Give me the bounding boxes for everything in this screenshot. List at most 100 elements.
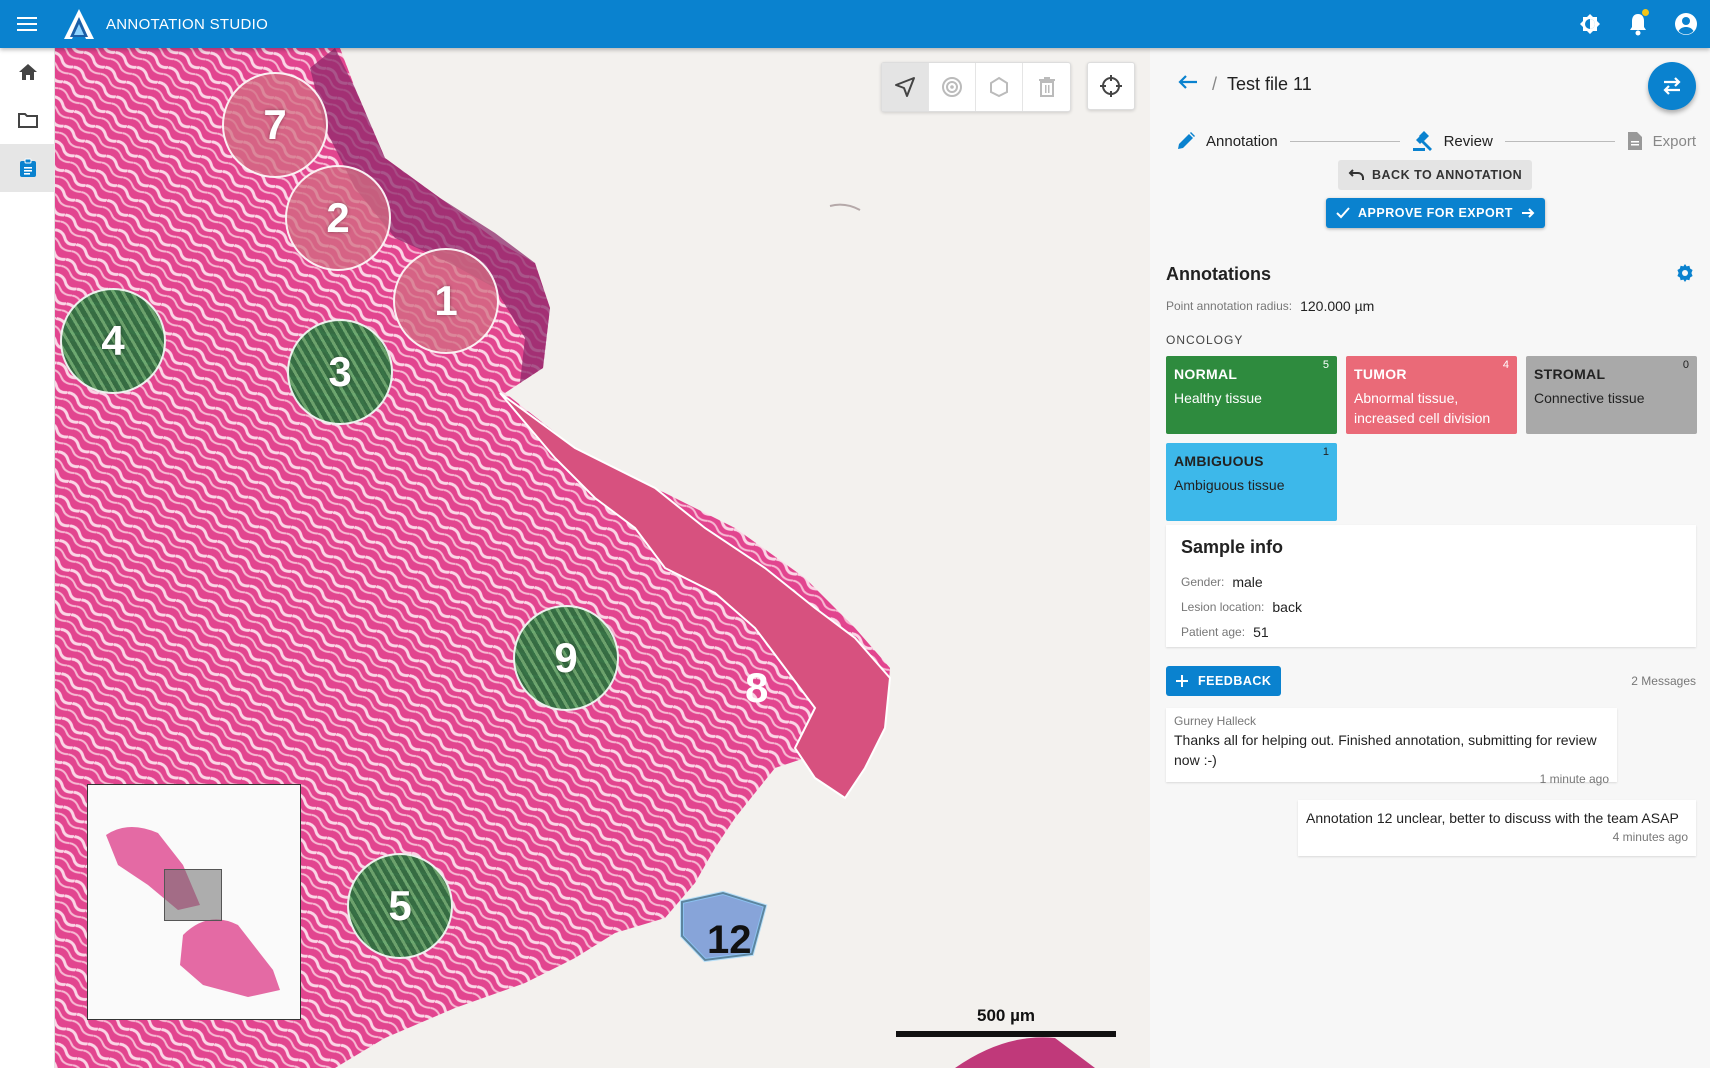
back-arrow-button[interactable] (1178, 74, 1198, 95)
feedback-label: FEEDBACK (1198, 674, 1272, 688)
annotation-marker[interactable]: 3 (287, 319, 393, 425)
location-label: Lesion location: (1181, 600, 1265, 614)
home-icon (18, 64, 37, 80)
brightness-icon (1580, 14, 1600, 34)
theme-button[interactable] (1566, 0, 1614, 48)
annotation-marker[interactable]: 9 (513, 605, 619, 711)
menu-icon (17, 17, 37, 31)
nav-tasks[interactable] (0, 144, 55, 192)
center-view-button[interactable] (1087, 62, 1135, 110)
message-count: 2 Messages (1631, 674, 1696, 688)
tool-delete[interactable] (1023, 63, 1070, 111)
nav-files[interactable] (0, 96, 55, 144)
account-button[interactable] (1662, 0, 1710, 48)
region-label[interactable]: 8 (745, 664, 768, 712)
age-value: 51 (1253, 624, 1269, 640)
annotation-marker[interactable]: 4 (60, 288, 166, 394)
sample-info-title: Sample info (1181, 537, 1284, 557)
location-value: back (1272, 599, 1302, 615)
annotation-marker[interactable]: 1 (393, 248, 499, 354)
nav-home[interactable] (0, 48, 55, 96)
class-name: NORMAL (1174, 366, 1238, 382)
message-text: Annotation 12 unclear, better to discuss… (1306, 810, 1679, 826)
document-icon (1627, 132, 1642, 150)
point-icon (942, 77, 962, 97)
menu-button[interactable] (0, 0, 54, 48)
swap-button[interactable] (1648, 62, 1696, 110)
class-name: STROMAL (1534, 366, 1606, 382)
sample-location: Lesion location: back (1181, 599, 1302, 615)
class-card-normal[interactable]: NORMAL Healthy tissue 5 (1166, 356, 1337, 434)
message: Gurney Halleck Thanks all for helping ou… (1166, 708, 1617, 786)
annotation-marker[interactable]: 2 (285, 165, 391, 271)
notifications-button[interactable] (1614, 0, 1662, 48)
minimap[interactable] (87, 784, 301, 1020)
slide-viewer[interactable]: 7 2 1 4 3 9 5 8 12 500 µm (55, 48, 1150, 1068)
class-description: Abnormal tissue, increased cell division (1354, 390, 1491, 426)
tool-navigate[interactable] (882, 63, 929, 111)
message-author: Gurney Halleck (1174, 714, 1257, 728)
check-icon (1336, 207, 1350, 219)
sample-info-card: Sample info Gender: male Lesion location… (1166, 525, 1696, 647)
arrow-right-icon (1521, 208, 1535, 218)
scale-line (896, 1031, 1116, 1037)
sample-gender: Gender: male (1181, 574, 1263, 590)
clipboard-icon (19, 158, 36, 177)
folder-icon (17, 113, 38, 128)
age-label: Patient age: (1181, 625, 1246, 639)
scale-bar: 500 µm (896, 1006, 1116, 1037)
annotations-heading: Annotations (1166, 264, 1271, 284)
app-title: ANNOTATION STUDIO (106, 15, 269, 33)
approve-for-export-button[interactable]: APPROVE FOR EXPORT (1326, 198, 1545, 228)
scale-label: 500 µm (977, 1006, 1035, 1025)
back-to-annotation-button[interactable]: BACK TO ANNOTATION (1338, 160, 1533, 190)
back-to-annotation-label: BACK TO ANNOTATION (1372, 168, 1523, 182)
undo-icon (1348, 169, 1364, 180)
annotation-settings-button[interactable] (1676, 264, 1694, 287)
class-count: 4 (1502, 359, 1509, 371)
class-name: AMBIGUOUS (1174, 453, 1264, 469)
delete-icon (1038, 77, 1055, 97)
class-description: Healthy tissue (1174, 390, 1262, 406)
message-time: 1 minute ago (1539, 772, 1609, 786)
class-group-heading: ONCOLOGY (1166, 333, 1244, 347)
app-bar: ANNOTATION STUDIO (0, 0, 1710, 48)
step-connector (1504, 140, 1615, 142)
class-card-tumor[interactable]: TUMOR Abnormal tissue, increased cell di… (1346, 356, 1517, 434)
notification-dot (1642, 9, 1649, 16)
message-time: 4 minutes ago (1612, 830, 1688, 844)
swap-icon (1663, 77, 1681, 95)
class-count: 0 (1682, 359, 1689, 371)
file-name: Test file 11 (1227, 74, 1312, 94)
step-connector (1289, 140, 1400, 142)
class-count: 5 (1322, 359, 1329, 371)
tool-polygon[interactable] (976, 63, 1023, 111)
annotation-marker[interactable]: 5 (347, 853, 453, 959)
gear-icon (1677, 264, 1693, 282)
crosshair-icon (1100, 75, 1122, 97)
side-panel: / Test file 11 Annotation Review Export … (1150, 48, 1710, 1068)
message-text: Thanks all for helping out. Finished ann… (1174, 732, 1597, 768)
pencil-icon (1178, 132, 1195, 149)
region-label[interactable]: 12 (707, 918, 752, 963)
navigate-icon (895, 77, 915, 97)
radius-value: 120.000 µm (1300, 298, 1375, 314)
polygon-icon (990, 76, 1008, 98)
feedback-button[interactable]: FEEDBACK (1166, 666, 1282, 696)
annotation-marker[interactable]: 7 (222, 72, 328, 178)
step-label: Annotation (1206, 132, 1278, 150)
breadcrumb-separator: / (1212, 74, 1218, 94)
class-count: 1 (1322, 446, 1329, 458)
workflow-stepper: Annotation Review Export (1176, 126, 1696, 156)
step-label: Review (1443, 132, 1493, 150)
tool-point[interactable] (929, 63, 976, 111)
class-name: TUMOR (1354, 366, 1407, 382)
step-export[interactable]: Export (1627, 131, 1696, 151)
step-annotation[interactable]: Annotation (1176, 131, 1278, 151)
class-card-ambiguous[interactable]: AMBIGUOUS Ambiguous tissue 1 (1166, 443, 1337, 521)
step-review[interactable]: Review (1412, 130, 1493, 152)
class-card-stromal[interactable]: STROMAL Connective tissue 0 (1526, 356, 1697, 434)
minimap-viewport[interactable] (164, 869, 222, 921)
app-logo (64, 9, 94, 39)
radius-label: Point annotation radius: (1166, 299, 1293, 313)
